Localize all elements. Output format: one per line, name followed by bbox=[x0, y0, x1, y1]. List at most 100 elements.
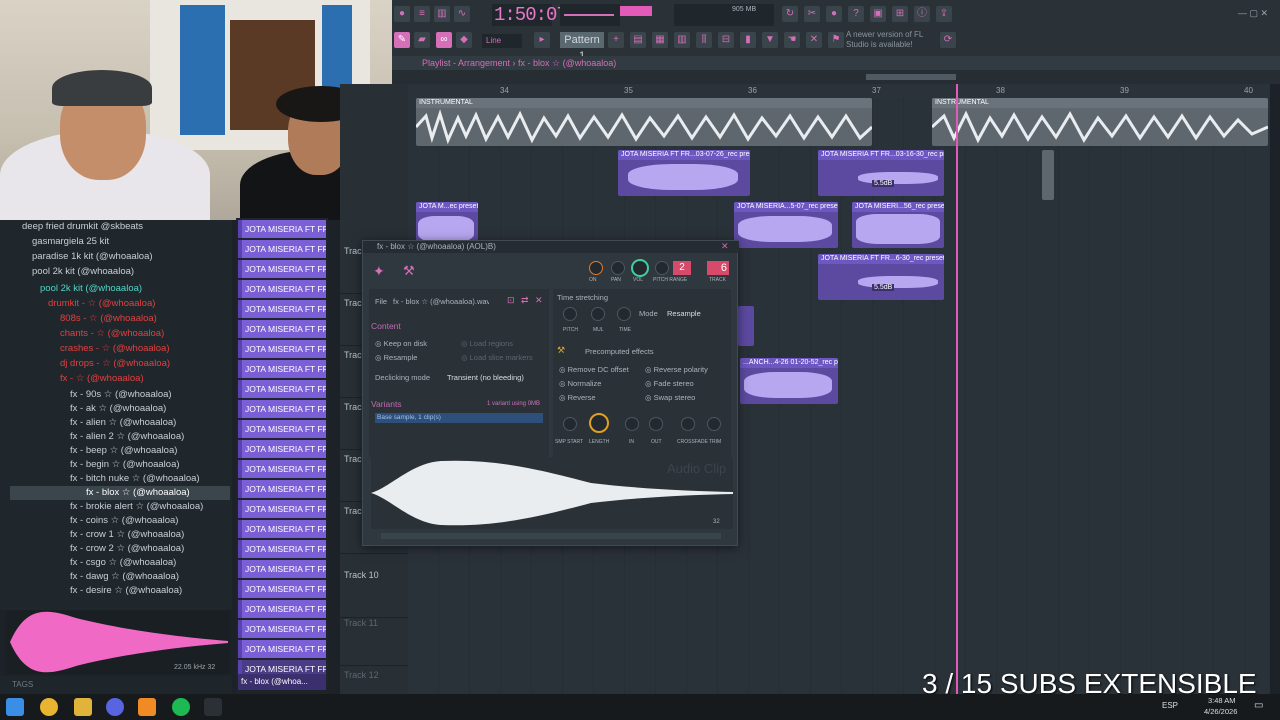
picker-item[interactable]: JOTA MISERIA FT FRANCH... bbox=[238, 280, 326, 298]
folder-icon[interactable]: ⊡ bbox=[507, 295, 515, 306]
picker-item[interactable]: JOTA MISERIA FT FRANCH... bbox=[238, 500, 326, 518]
audio-clip[interactable]: JOTA MISERIA FT FR...6-30_rec preset #2 … bbox=[818, 254, 944, 300]
time-display[interactable]: 1:50:07 bbox=[492, 4, 568, 26]
pan-knob[interactable] bbox=[611, 261, 625, 275]
pattern-selector[interactable]: Pattern 1 bbox=[560, 32, 604, 62]
dialog-title[interactable]: fx - blox ☆ (@whoaaloa) (AOL)B) bbox=[363, 241, 739, 253]
flstudio-icon[interactable] bbox=[138, 698, 156, 716]
random-icon[interactable]: ✕ bbox=[806, 32, 822, 48]
browser-item[interactable]: pool 2k kit (@whoaaloa) bbox=[40, 282, 142, 296]
pianoroll-icon[interactable]: ▦ bbox=[652, 32, 668, 48]
load-regions-option[interactable]: ◎ Load regions bbox=[461, 339, 513, 348]
chrome-icon[interactable] bbox=[40, 698, 58, 716]
picker-item[interactable]: JOTA MISERIA FT FRANCH... bbox=[238, 540, 326, 558]
browser-item[interactable]: fx - dawg ☆ (@whoaaloa) bbox=[70, 570, 179, 584]
picker-item[interactable]: JOTA MISERIA FT FRANCH... bbox=[238, 520, 326, 538]
track-header[interactable]: Track 10 bbox=[340, 566, 408, 618]
clock-time[interactable]: 3:48 AM bbox=[1208, 696, 1236, 705]
app-icon[interactable] bbox=[204, 698, 222, 716]
browser-item[interactable]: chants - ☆ (@whoaaloa) bbox=[60, 327, 164, 341]
picker-item[interactable]: JOTA MISERIA FT FRANCH... bbox=[238, 360, 326, 378]
browser-item-selected[interactable]: fx - blox ☆ (@whoaaloa) bbox=[10, 486, 230, 500]
picker-item[interactable]: JOTA MISERIA FT FRANCH... bbox=[238, 400, 326, 418]
waveform-scroll[interactable] bbox=[381, 533, 721, 539]
picker-item[interactable]: JOTA MISERIA FT FRANCH... bbox=[238, 320, 326, 338]
sample-waveform[interactable]: Audio Clip 32 bbox=[371, 457, 733, 529]
explorer-icon[interactable] bbox=[74, 698, 92, 716]
browser-item[interactable]: fx - csgo ☆ (@whoaaloa) bbox=[70, 556, 176, 570]
piano-icon[interactable]: ▥ bbox=[434, 6, 450, 22]
playlist-icon[interactable]: ▤ bbox=[630, 32, 646, 48]
close-icon[interactable]: ✕ bbox=[721, 241, 729, 252]
picker-item[interactable]: JOTA MISERIA FT FRANCH... bbox=[238, 240, 326, 258]
update-icon[interactable]: ⟳ bbox=[940, 32, 956, 48]
browser-item[interactable]: fx - 90s ☆ (@whoaaloa) bbox=[70, 388, 172, 402]
mul-knob[interactable] bbox=[591, 307, 605, 321]
export-icon[interactable]: ⇪ bbox=[936, 6, 952, 22]
browser-item[interactable]: fx - coins ☆ (@whoaaloa) bbox=[70, 514, 178, 528]
audio-clip[interactable]: JOTA MISERIA FT FR...03-16-30_rec preset… bbox=[818, 150, 944, 196]
cut-icon[interactable]: ✂ bbox=[804, 6, 820, 22]
keep-on-disk-option[interactable]: ◎ Keep on disk bbox=[375, 339, 427, 348]
time-knob[interactable] bbox=[617, 307, 631, 321]
flag-icon[interactable]: ⚑ bbox=[828, 32, 844, 48]
info-icon[interactable]: ⓘ bbox=[914, 6, 930, 22]
crossfade-knob[interactable] bbox=[681, 417, 695, 431]
tuner-icon[interactable]: ▼ bbox=[762, 32, 778, 48]
wrench-icon[interactable]: ⚒ bbox=[403, 263, 415, 279]
browser-icon[interactable]: ⊟ bbox=[718, 32, 734, 48]
share-icon[interactable]: ⇄ bbox=[521, 295, 529, 306]
picker-item[interactable]: JOTA MISERIA FT FRANCH... bbox=[238, 420, 326, 438]
audio-clip[interactable]: JOTA MISERIA...5-07_rec preset bbox=[734, 202, 838, 248]
picker-item[interactable]: JOTA MISERIA FT FRANCH... bbox=[238, 600, 326, 618]
browser-item[interactable]: fx - begin ☆ (@whoaaloa) bbox=[70, 458, 180, 472]
browser-item[interactable]: 808s - ☆ (@whoaaloa) bbox=[60, 312, 157, 326]
browser-item[interactable]: fx - crow 2 ☆ (@whoaaloa) bbox=[70, 542, 184, 556]
timeline-ruler[interactable]: 34 35 36 37 38 39 40 bbox=[408, 84, 1270, 98]
discord-icon[interactable] bbox=[106, 698, 124, 716]
link-icon[interactable]: ∞ bbox=[436, 32, 452, 48]
browser-item[interactable]: fx - ak ☆ (@whoaaloa) bbox=[70, 402, 166, 416]
paint-icon[interactable]: ▰ bbox=[414, 32, 430, 48]
picker-item[interactable]: JOTA MISERIA FT FRANCH... bbox=[238, 380, 326, 398]
track-value[interactable]: 6 bbox=[707, 261, 729, 275]
stamp-icon[interactable]: ◆ bbox=[456, 32, 472, 48]
picker-item[interactable]: JOTA MISERIA FT FRANCH... bbox=[238, 220, 326, 238]
out-knob[interactable] bbox=[649, 417, 663, 431]
pencil-icon[interactable]: ✎ bbox=[394, 32, 410, 48]
picker-item[interactable]: JOTA MISERIA FT FRANCH... bbox=[238, 560, 326, 578]
pitch-range-value[interactable]: 2 bbox=[673, 261, 691, 275]
spotify-icon[interactable] bbox=[172, 698, 190, 716]
browser-item[interactable]: drumkit - ☆ (@whoaaloa) bbox=[48, 297, 155, 311]
picker-item[interactable]: JOTA MISERIA FT FRANCH... bbox=[238, 440, 326, 458]
picker-item[interactable]: JOTA MISERIA FT FRANCH... bbox=[238, 260, 326, 278]
file-value[interactable]: fx - blox ☆ (@whoaaloa).wav bbox=[393, 297, 489, 306]
reverse-polarity-option[interactable]: ◎ Reverse polarity bbox=[645, 365, 708, 374]
windows-icon[interactable] bbox=[6, 698, 24, 716]
mixer-icon[interactable]: ≡ bbox=[414, 6, 430, 22]
help-icon[interactable]: ? bbox=[848, 6, 864, 22]
load-slice-markers-option[interactable]: ◎ Load slice markers bbox=[461, 353, 533, 362]
browser-item[interactable]: fx - alien 2 ☆ (@whoaaloa) bbox=[70, 430, 184, 444]
update-notice[interactable]: A newer version of FL Studio is availabl… bbox=[846, 30, 938, 50]
picker-item[interactable]: JOTA MISERIA FT FRANCH... bbox=[238, 340, 326, 358]
record-icon[interactable]: ● bbox=[394, 6, 410, 22]
picker-item[interactable]: JOTA MISERIA FT FRANCH... bbox=[238, 620, 326, 638]
window-controls[interactable]: — ▢ ✕ bbox=[1238, 8, 1274, 18]
variant-item[interactable]: Base sample, 1 clip(s) bbox=[375, 413, 543, 423]
audio-clip[interactable]: JOTA MISERI...56_rec preset bbox=[852, 202, 944, 248]
browser-item[interactable]: fx - desire ☆ (@whoaaloa) bbox=[70, 584, 182, 598]
length-knob[interactable] bbox=[589, 413, 609, 433]
trim-knob[interactable] bbox=[707, 417, 721, 431]
save-icon[interactable]: ▣ bbox=[870, 6, 886, 22]
picker-item[interactable]: JOTA MISERIA FT FRANCH... bbox=[238, 480, 326, 498]
pitch-range-knob[interactable] bbox=[655, 261, 669, 275]
browser-item[interactable]: gasmargiela 25 kit bbox=[32, 235, 109, 249]
browser-item[interactable]: deep fried drumkit @skbeats bbox=[22, 220, 143, 234]
browser-item[interactable]: fx - ☆ (@whoaaloa) bbox=[60, 372, 144, 386]
browser-item[interactable]: fx - alien ☆ (@whoaaloa) bbox=[70, 416, 176, 430]
track-header[interactable]: Track 11 bbox=[340, 614, 408, 666]
volume-knob[interactable] bbox=[631, 259, 649, 277]
pitch-knob[interactable] bbox=[563, 307, 577, 321]
picker-item[interactable]: JOTA MISERIA FT FRANCH... bbox=[238, 640, 326, 658]
